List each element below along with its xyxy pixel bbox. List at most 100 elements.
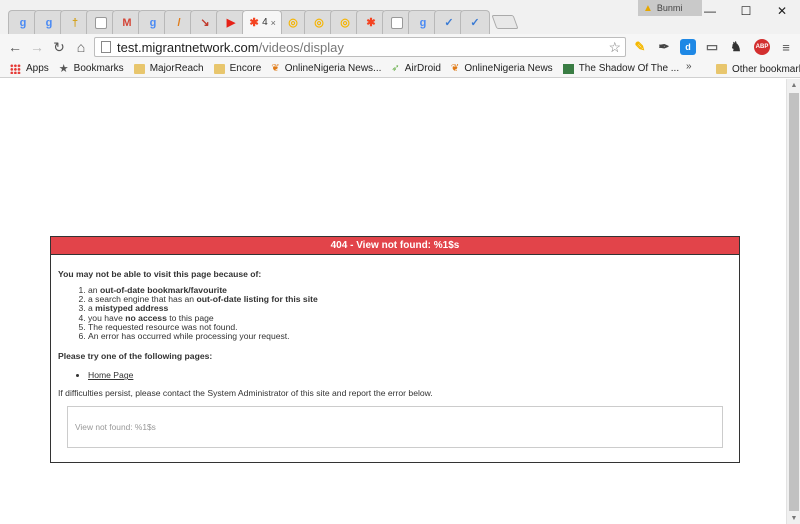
tab-close-icon[interactable]: × <box>271 18 276 28</box>
browser-toolbar: ← → ↻ ⌂ test.migrantnetwork.com/videos/d… <box>0 34 800 60</box>
error-box: 404 - View not found: %1$s You may not b… <box>50 236 740 463</box>
bookmark-label: Bookmarks <box>73 63 124 74</box>
bookmarks-overflow-button[interactable]: » <box>686 61 692 72</box>
gmail-icon: M <box>122 16 132 29</box>
reason-text: An error has occurred while processing y… <box>88 331 290 342</box>
apps-icon <box>10 63 21 74</box>
star-icon: ★ <box>58 63 69 75</box>
bookmark-item[interactable]: ❦ OnlineNigeria News... <box>271 63 381 74</box>
cube-icon <box>562 63 574 74</box>
folder-icon <box>213 63 225 74</box>
error-message-box: View not found: %1$s <box>67 406 723 449</box>
chrome-swirl-icon: ◎ <box>288 17 298 29</box>
close-window-button[interactable]: ✕ <box>764 0 800 22</box>
folder-icon <box>716 64 727 74</box>
title-bar: g g † Mg / ↘ ▶ ✱ 4 × ◎ ◎ ◎ ✱ g ✓ ✓ ▲ Bunmi — ☐ ✕ <box>0 0 800 34</box>
folder-icon <box>133 63 145 74</box>
google-icon: g <box>45 16 53 29</box>
scroll-thumb[interactable] <box>789 93 799 511</box>
bookmark-label: OnlineNigeria News <box>464 63 553 74</box>
bookmark-item[interactable]: ➶ AirDroid <box>391 63 441 74</box>
butterfly-icon: ❦ <box>271 63 280 74</box>
url-text: test.migrantnetwork.com/videos/display <box>117 40 344 55</box>
vertical-scrollbar[interactable]: ▲ ▼ <box>786 79 800 524</box>
try-pages-heading: Please try one of the following pages: <box>58 351 213 362</box>
home-button[interactable]: ⌂ <box>72 38 90 56</box>
bookmark-label: The Shadow Of The ... <box>578 63 680 74</box>
forward-arrow-icon: → <box>30 39 44 55</box>
maximize-icon: ☐ <box>740 4 752 18</box>
joomla-icon: ✱ <box>249 17 259 29</box>
bookmark-item[interactable]: ❦ OnlineNigeria News <box>451 63 553 74</box>
page-content: 404 - View not found: %1$s You may not b… <box>0 79 786 524</box>
butterfly-icon: ❦ <box>450 63 460 74</box>
reload-icon: ↻ <box>53 38 65 55</box>
bookmark-label: AirDroid <box>404 63 441 74</box>
pocket-icon[interactable]: d <box>680 39 696 55</box>
url-path: /videos/display <box>258 39 344 55</box>
bookmark-item[interactable]: Encore <box>213 63 262 74</box>
forward-button[interactable]: → <box>28 38 46 56</box>
back-button[interactable]: ← <box>6 38 24 56</box>
minimize-icon: — <box>704 4 716 18</box>
youtube-icon: ▶ <box>226 17 236 29</box>
warning-icon: ▲ <box>643 2 653 14</box>
bookmarks-bar: Apps ★ Bookmarks MajorReach Encore ❦ OnlineNig… <box>0 60 800 78</box>
bookmark-item[interactable]: Apps <box>10 63 49 74</box>
address-bar[interactable]: test.migrantnetwork.com/videos/display ☆ <box>94 37 626 57</box>
tab-active[interactable]: ✱ 4 × <box>242 10 282 34</box>
check-icon: ✓ <box>470 17 480 29</box>
error-message: View not found: %1$s <box>75 422 156 433</box>
note-icon[interactable]: ✎ <box>632 39 648 55</box>
feather-icon[interactable]: ✒ <box>656 39 672 55</box>
home-page-link[interactable]: Home Page <box>88 370 133 380</box>
bookmark-item[interactable]: ★ Bookmarks <box>59 62 124 75</box>
bookmark-label: Encore <box>229 63 262 74</box>
joomla-icon: ✱ <box>366 17 376 29</box>
bookmark-item[interactable]: MajorReach <box>133 63 204 74</box>
error-lead: You may not be able to visit this page b… <box>58 269 262 279</box>
adblock-icon[interactable]: ABP <box>754 39 770 55</box>
url-host: test.migrantnetwork.com <box>117 39 259 55</box>
scroll-up-arrow-icon[interactable]: ▲ <box>787 79 800 91</box>
list-item: Home Page <box>88 370 732 380</box>
bookmark-label: Apps <box>26 63 49 74</box>
blank-page-icon <box>95 16 107 29</box>
bookmark-star-icon[interactable]: ☆ <box>608 39 621 56</box>
bird-icon: ➶ <box>391 63 400 74</box>
error-body: You may not be able to visit this page b… <box>51 255 739 449</box>
tab-strip: g g † Mg / ↘ ▶ ✱ 4 × ◎ ◎ ◎ ✱ g ✓ ✓ <box>8 10 519 34</box>
menu-icon[interactable]: ≡ <box>778 39 794 55</box>
list-item: An error has occurred while processing y… <box>88 331 732 342</box>
scroll-down-arrow-icon[interactable]: ▼ <box>787 512 800 524</box>
minimize-button[interactable]: — <box>692 0 728 22</box>
other-bookmarks-folder[interactable]: Other bookmarks <box>716 60 800 78</box>
new-tab-button[interactable] <box>491 15 519 29</box>
pen-icon: / <box>177 16 181 29</box>
pages-list: Home Page <box>88 370 732 380</box>
reason-emphasis: out-of-date listing for this site <box>196 294 318 305</box>
other-bookmarks-label: Other bookmarks <box>732 63 800 75</box>
back-arrow-icon: ← <box>8 39 22 55</box>
difficulties-text: If difficulties persist, please contact … <box>58 388 433 399</box>
reasons-list: an out-of-date bookmark/favouritea searc… <box>88 285 732 342</box>
bookmark-label: OnlineNigeria News... <box>284 63 382 74</box>
google-icon: g <box>419 16 427 29</box>
reload-button[interactable]: ↻ <box>50 38 68 56</box>
wheat-icon: † <box>71 16 79 29</box>
bookmark-item[interactable]: The Shadow Of The ... <box>562 63 680 74</box>
bookmark-label: MajorReach <box>149 63 204 74</box>
list-item: a search engine that has an out-of-date … <box>88 295 732 304</box>
profile-name: Bunmi <box>656 3 683 13</box>
tab-title: 4 <box>262 17 268 28</box>
puzzle-icon[interactable]: ♞ <box>728 39 744 55</box>
close-icon: ✕ <box>776 4 788 18</box>
arrow-icon: ↘ <box>200 17 210 29</box>
page-icon <box>101 41 111 53</box>
blank-page-icon <box>391 16 403 29</box>
google-icon: g <box>149 16 157 29</box>
cast-icon[interactable]: ▭ <box>704 39 720 55</box>
maximize-button[interactable]: ☐ <box>728 0 764 22</box>
tab[interactable]: ✓ <box>460 10 490 34</box>
chrome-swirl-icon: ◎ <box>340 17 350 29</box>
